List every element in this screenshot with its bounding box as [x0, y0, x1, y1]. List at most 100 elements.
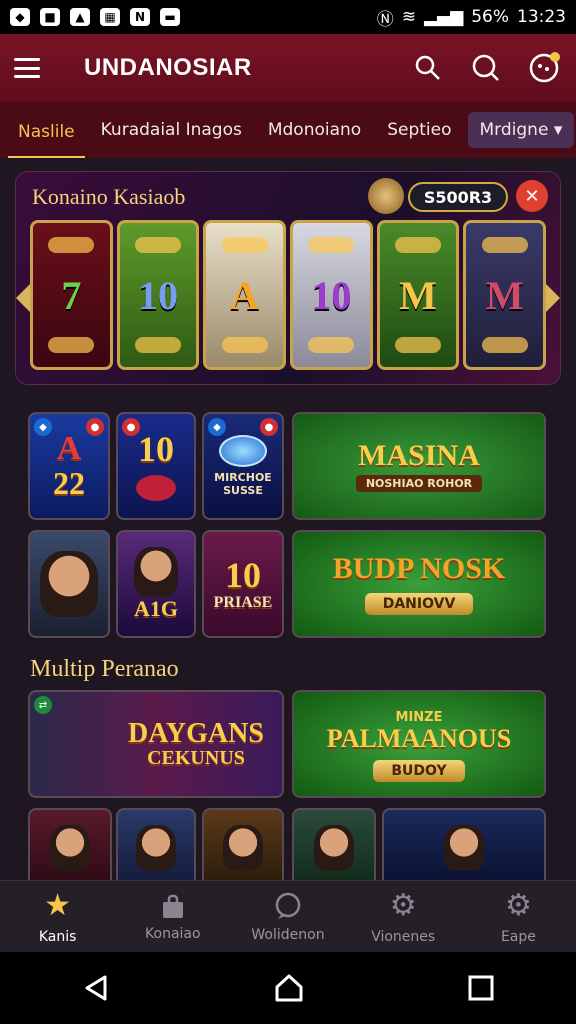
badge-icon: ● — [260, 418, 278, 436]
tab-septieo[interactable]: Septieo — [377, 114, 461, 146]
notification-icon: ◆ — [10, 8, 30, 26]
game-tile[interactable] — [116, 808, 196, 880]
tile-title: 10 — [225, 554, 261, 595]
bag-icon — [162, 894, 183, 918]
nav-item-kanis[interactable]: ★ Kanis — [0, 881, 115, 952]
slot-reel: 10 — [290, 220, 373, 370]
notification-icons: ◆ ■ ▲ ▦ N ▬ — [10, 8, 180, 26]
tab-mrdigne[interactable]: Mrdigne ▾ — [467, 112, 575, 148]
gear-icon: ⚙ — [504, 888, 532, 923]
character-avatar — [134, 547, 178, 598]
game-tile-a22[interactable]: ◆ ● A 22 — [28, 412, 110, 520]
menu-icon[interactable] — [14, 58, 40, 78]
nav-item-wolidenon[interactable]: Wolidenon — [230, 881, 345, 952]
tab-naslile[interactable]: Naslile — [8, 116, 85, 159]
game-tile-a1g[interactable]: A1G — [116, 530, 196, 638]
nav-label: Konaiao — [145, 925, 201, 942]
promo-title: DAYGANS — [128, 717, 264, 749]
promo-daygans[interactable]: ⇄ DAYGANS CEKUNUS — [28, 690, 284, 798]
nav-item-vionenes[interactable]: ⚙ Vionenes — [346, 881, 461, 952]
character-avatar — [50, 825, 90, 871]
reel-symbol: 10 — [138, 272, 178, 318]
star-icon: ★ — [44, 888, 72, 923]
reel-symbol: A — [230, 272, 260, 318]
app-title: UNDANOSIAR — [84, 54, 252, 81]
game-tile[interactable] — [382, 808, 546, 880]
game-tile-priase[interactable]: 10 PRIASE — [202, 530, 284, 638]
tile-caption: NOSHIAO ROHOR — [355, 475, 483, 493]
game-tile-ten[interactable]: ● 10 — [116, 412, 196, 520]
home-icon[interactable] — [273, 973, 305, 1003]
badge-icon: ● — [86, 418, 104, 436]
chevron-right-icon[interactable] — [546, 284, 560, 312]
nav-label: Wolidenon — [251, 926, 325, 943]
tile-caption: PRIASE — [213, 593, 273, 611]
notification-icon: ▲ — [70, 8, 90, 26]
badge-icon: ◆ — [208, 418, 226, 436]
game-tile-masina[interactable]: MASINA NOSHIAO ROHOR — [292, 412, 546, 520]
chevron-left-icon[interactable] — [16, 284, 30, 312]
slot-reel: M — [463, 220, 547, 370]
badge-icon: ● — [122, 418, 140, 436]
clock: 13:23 — [517, 7, 566, 27]
character-avatar — [136, 825, 176, 871]
tile-title: 10 — [138, 429, 174, 470]
game-tile-budp[interactable]: BUDP NOSK DANIOVV — [292, 530, 546, 638]
tile-play-button[interactable]: DANIOVV — [364, 592, 474, 615]
tab-mdonoiano[interactable]: Mdonoiano — [258, 114, 371, 146]
search-icon[interactable] — [410, 50, 446, 86]
tile-title: A — [56, 430, 82, 468]
game-tile-dealer[interactable] — [28, 530, 110, 638]
badge-icon: ⇄ — [34, 696, 52, 714]
reel-symbol: M — [399, 272, 437, 318]
featured-slot-banner[interactable]: Konaino Kasiaob S500R3 ✕ 7 10 A 10 M M — [16, 172, 560, 384]
game-tile[interactable] — [28, 808, 112, 880]
badge-icon: ◆ — [34, 418, 52, 436]
bottom-nav: ★ Kanis Konaiao Wolidenon ⚙ Vionenes ⚙ E… — [0, 880, 576, 952]
nav-label: Vionenes — [371, 929, 436, 945]
tab-kuradaial-inagos[interactable]: Kuradaial Inagos — [91, 114, 252, 146]
character-avatar — [314, 825, 354, 871]
main-content: Konaino Kasiaob S500R3 ✕ 7 10 A 10 M M ◆… — [0, 158, 576, 880]
tab-label: Mrdigne — [479, 120, 549, 140]
battery-percent: 56% — [471, 7, 509, 27]
notification-icon: ▦ — [100, 8, 120, 26]
chip-icon — [219, 435, 267, 467]
game-tile[interactable] — [202, 808, 284, 880]
slot-reels: 7 10 A 10 M M — [30, 220, 547, 370]
chevron-down-icon: ▾ — [553, 120, 563, 140]
banner-title: Konaino Kasiaob — [32, 184, 186, 209]
tile-title: A1G — [134, 596, 178, 622]
dealer-avatar — [40, 551, 98, 617]
category-tabs: Naslile Kuradaial Inagos Mdonoiano Septi… — [0, 102, 576, 159]
tile-title: 22 — [53, 465, 85, 502]
slot-reel: M — [376, 220, 460, 370]
back-icon[interactable] — [81, 973, 111, 1003]
mascot-icon — [368, 178, 404, 214]
tile-title: MASINA — [358, 438, 480, 472]
recents-icon[interactable] — [467, 974, 495, 1002]
section-title: Multip Peranao — [30, 656, 179, 682]
gear-icon: ⚙ — [389, 888, 417, 923]
app-bar: UNDANOSIAR — [0, 34, 576, 102]
nav-item-eape[interactable]: ⚙ Eape — [461, 881, 576, 952]
jackpot-counter: S500R3 — [408, 182, 508, 212]
search-icon[interactable] — [468, 50, 504, 86]
system-nav-bar — [0, 952, 576, 1024]
promo-subtitle: CEKUNUS — [147, 747, 245, 770]
profile-icon[interactable] — [526, 50, 562, 86]
promo-palmaanous[interactable]: MINZE PALMAANOUS BUDOY — [292, 690, 546, 798]
nav-label: Eape — [500, 929, 536, 945]
promo-button[interactable]: BUDOY — [373, 760, 465, 783]
chat-icon — [275, 892, 301, 919]
nfc-icon: Ⓝ — [376, 9, 394, 30]
wifi-icon: ≋ — [401, 7, 416, 27]
game-tile-chip[interactable]: ◆ ● MIRCHOE SUSSE — [202, 412, 284, 520]
close-icon[interactable]: ✕ — [516, 180, 548, 212]
promo-title: PALMAANOUS — [326, 723, 512, 753]
slot-reel: 10 — [116, 220, 200, 370]
reel-symbol: M — [485, 272, 524, 318]
nav-item-konaiao[interactable]: Konaiao — [115, 881, 230, 952]
gem-icon — [136, 474, 176, 501]
game-tile[interactable] — [292, 808, 376, 880]
